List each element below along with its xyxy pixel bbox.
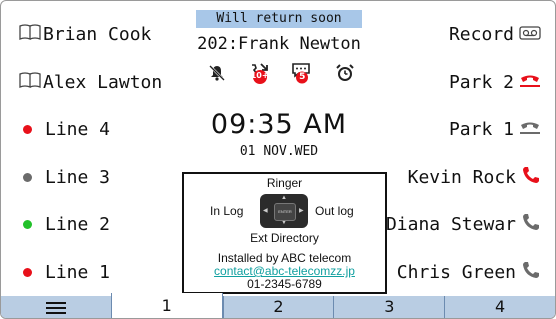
hamburger-menu-icon bbox=[45, 299, 66, 317]
speed-dial-label: Brian Cook bbox=[43, 23, 152, 45]
line-key-3[interactable]: Line 3 bbox=[19, 165, 110, 189]
navigation-help-box: Ringer In Log Out log ▲ ▼ ◀ ▶ ENTER Ext … bbox=[182, 172, 387, 294]
book-icon bbox=[19, 23, 41, 45]
line-label: Line 4 bbox=[45, 118, 111, 140]
tab-1[interactable]: 1 bbox=[110, 293, 223, 318]
line-key-2[interactable]: Line 2 bbox=[19, 212, 110, 236]
missed-calls-icon[interactable]: 10+ bbox=[249, 62, 271, 84]
missed-calls-count: 10+ bbox=[250, 71, 269, 80]
park-1-key[interactable]: Park 1 bbox=[449, 117, 541, 141]
nav-up-label: Ringer bbox=[266, 176, 303, 190]
enter-button[interactable]: ENTER bbox=[274, 203, 296, 221]
phone-gray-icon bbox=[521, 260, 541, 285]
messages-icon[interactable]: 5 bbox=[291, 62, 313, 84]
line-status-dot bbox=[23, 172, 32, 182]
tab-3[interactable]: 3 bbox=[333, 296, 445, 318]
nav-arrow-up-icon: ▲ bbox=[281, 195, 287, 201]
line-status-dot bbox=[23, 267, 32, 277]
contact-phone: 01-2345-6789 bbox=[247, 277, 322, 291]
speed-dial-label: Diana Stewar bbox=[385, 213, 516, 235]
park-2-key[interactable]: Park 2 bbox=[449, 70, 541, 94]
tab-4[interactable]: 4 bbox=[444, 296, 555, 318]
speed-dial-diana-stewar[interactable]: Diana Stewar bbox=[386, 212, 541, 236]
park-idle-icon bbox=[519, 119, 541, 140]
speed-dial-kevin-rock[interactable]: Kevin Rock bbox=[408, 165, 541, 189]
park-label: Park 1 bbox=[448, 118, 514, 140]
record-key[interactable]: Record bbox=[449, 22, 541, 46]
clock-date: 01 NOV.WED bbox=[239, 144, 319, 159]
navigation-key[interactable]: ▲ ▼ ◀ ▶ ENTER bbox=[260, 194, 308, 228]
speed-dial-label: Kevin Rock bbox=[407, 166, 516, 188]
speed-dial-chris-green[interactable]: Chris Green bbox=[397, 260, 541, 284]
page-tabs: 1 2 3 4 bbox=[1, 293, 555, 318]
line-key-1[interactable]: Line 1 bbox=[19, 260, 110, 284]
tab-2[interactable]: 2 bbox=[222, 296, 334, 318]
speed-dial-label: Chris Green bbox=[396, 261, 516, 283]
voicemail-icon bbox=[519, 24, 541, 45]
caller-id: 202:Frank Newton bbox=[197, 34, 361, 54]
messages-count: 5 bbox=[299, 72, 306, 82]
phone-gray-icon bbox=[521, 212, 541, 237]
status-icons: 10+ 5 bbox=[206, 61, 356, 85]
nav-arrow-left-icon: ◀ bbox=[263, 208, 268, 214]
line-label: Line 1 bbox=[45, 261, 111, 283]
nav-down-label: Ext Directory bbox=[250, 231, 319, 245]
installer-text: Installed by ABC telecom bbox=[217, 251, 352, 265]
menu-tab[interactable] bbox=[1, 296, 111, 318]
status-banner: Will return soon bbox=[196, 10, 362, 28]
book-icon bbox=[19, 71, 41, 93]
nav-arrow-right-icon: ▶ bbox=[299, 208, 304, 214]
speed-dial-alex-lawton[interactable]: Alex Lawton bbox=[19, 70, 162, 94]
park-label: Park 2 bbox=[448, 71, 514, 93]
contact-email-link[interactable]: contact@abc-telecomzz.jp bbox=[184, 264, 385, 278]
phone-display: Brian Cook Alex Lawton Line 4 Line 3 Lin… bbox=[0, 0, 556, 319]
nav-right-label: Out log bbox=[315, 204, 354, 218]
record-label: Record bbox=[448, 23, 514, 45]
line-label: Line 2 bbox=[45, 213, 111, 235]
mute-bell-icon bbox=[206, 62, 228, 84]
park-active-icon bbox=[519, 72, 541, 93]
line-key-4[interactable]: Line 4 bbox=[19, 117, 110, 141]
speed-dial-brian-cook[interactable]: Brian Cook bbox=[19, 22, 151, 46]
speed-dial-label: Alex Lawton bbox=[43, 71, 163, 93]
line-label: Line 3 bbox=[45, 166, 111, 188]
phone-red-icon bbox=[521, 165, 541, 190]
line-status-dot bbox=[23, 219, 32, 229]
nav-left-label: In Log bbox=[210, 204, 244, 218]
alarm-clock-icon[interactable] bbox=[334, 62, 356, 84]
clock-time: 09:35 AM bbox=[210, 109, 348, 140]
line-status-dot bbox=[23, 124, 32, 134]
